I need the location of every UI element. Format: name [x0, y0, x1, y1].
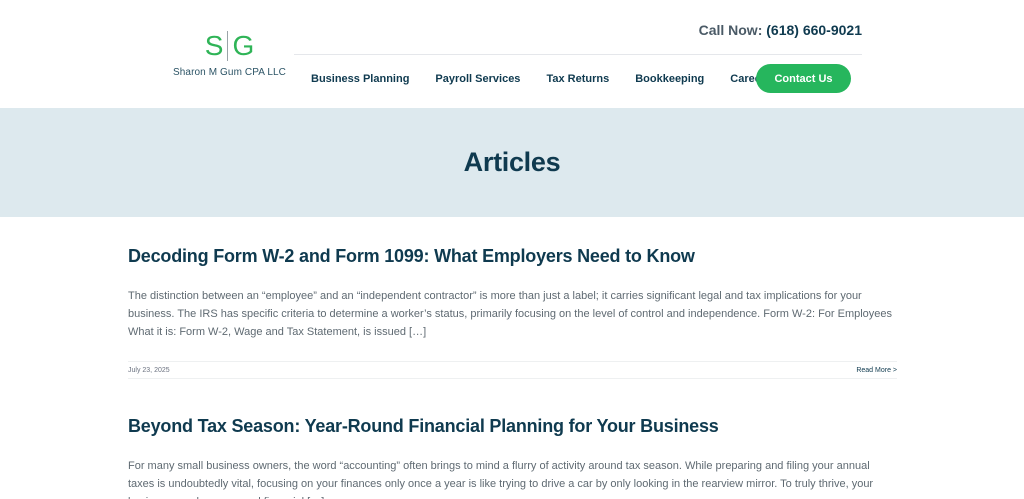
logo-letter-s: S [204, 30, 224, 61]
logo-mark: S G [172, 30, 287, 62]
article-card: Decoding Form W-2 and Form 1099: What Em… [128, 246, 897, 379]
read-more-link[interactable]: Read More > [856, 367, 897, 374]
nav-payroll-services[interactable]: Payroll Services [435, 73, 520, 85]
logo-letter-g: G [232, 30, 255, 61]
article-title[interactable]: Decoding Form W-2 and Form 1099: What Em… [128, 246, 897, 267]
call-label: Call Now: [698, 22, 763, 38]
nav-business-planning[interactable]: Business Planning [311, 73, 409, 85]
article-title[interactable]: Beyond Tax Season: Year-Round Financial … [128, 416, 897, 437]
call-now: Call Now: (618) 660-9021 [699, 22, 862, 38]
contact-us-button[interactable]: Contact Us [756, 64, 851, 93]
page-title: Articles [463, 147, 561, 177]
nav-divider [294, 54, 862, 55]
nav-tax-returns[interactable]: Tax Returns [546, 73, 609, 85]
article-excerpt: The distinction between an “employee” an… [128, 290, 893, 338]
article-excerpt: For many small business owners, the word… [128, 460, 874, 499]
nav-bookkeeping[interactable]: Bookkeeping [635, 73, 704, 85]
company-name: Sharon M Gum CPA LLC [173, 67, 286, 78]
article-card: Beyond Tax Season: Year-Round Financial … [128, 416, 897, 499]
page-banner: Articles [0, 108, 1024, 217]
article-date: July 23, 2025 [128, 366, 170, 374]
logo-divider [227, 31, 229, 61]
phone-link[interactable]: (618) 660-9021 [766, 22, 862, 38]
main-nav: Business Planning Payroll Services Tax R… [311, 64, 797, 93]
site-logo[interactable]: S G Sharon M Gum CPA LLC [172, 30, 287, 78]
site-header: S G Sharon M Gum CPA LLC Call Now: (618)… [0, 0, 1024, 108]
article-meta: July 23, 2025 Read More > [128, 361, 897, 379]
